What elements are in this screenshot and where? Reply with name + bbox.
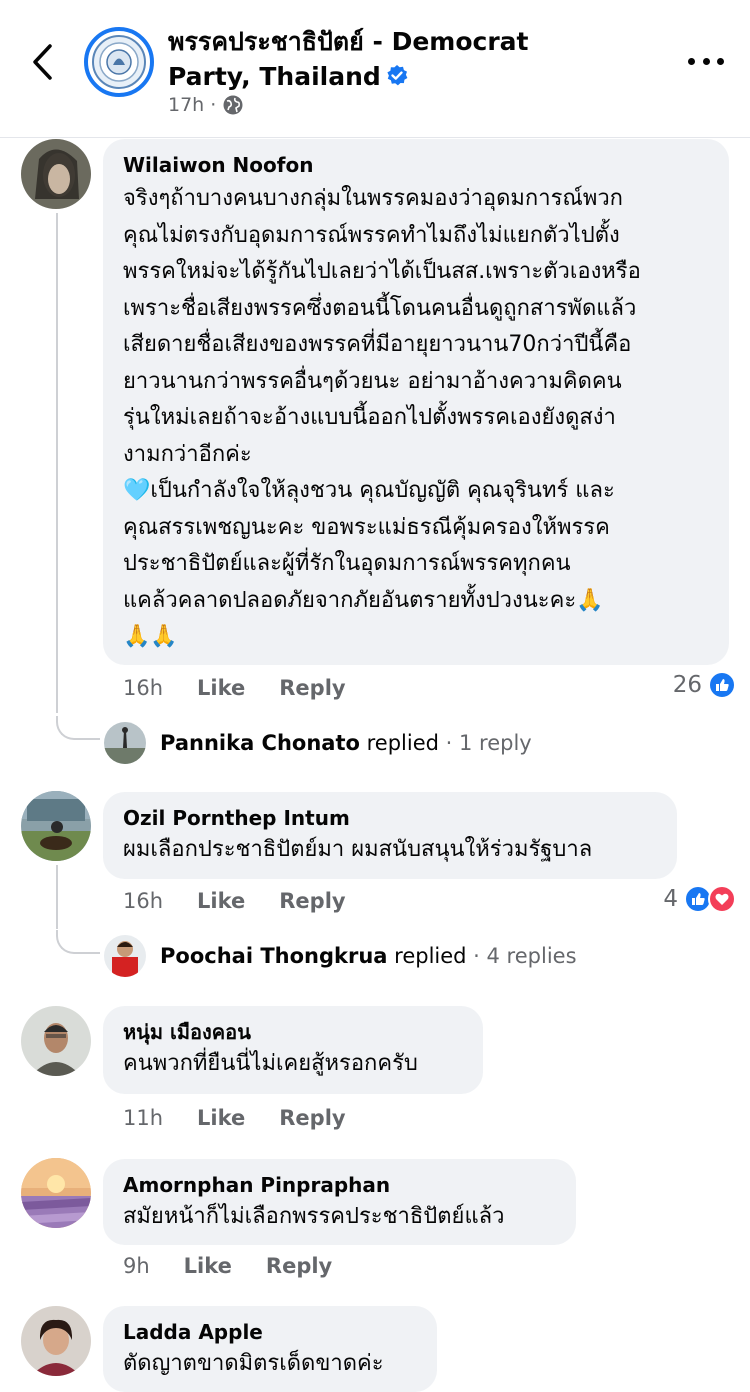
thread-connector (56, 930, 100, 954)
comment-actions: 9h Like Reply (123, 1254, 332, 1278)
dot-icon (717, 57, 724, 65)
comment-author[interactable]: Amornphan Pinpraphan (123, 1171, 556, 1199)
page-name-text: พรรคประชาธิปัตย์ - Democrat Party, Thail… (168, 27, 529, 91)
thread-line (56, 213, 58, 713)
page-title[interactable]: พรรคประชาธิปัตย์ - Democrat Party, Thail… (168, 24, 608, 94)
comment-text: สมัยหน้าก็ไม่เลือกพรรคประชาธิปัตย์แล้ว (123, 1204, 505, 1229)
user-photo-icon (21, 1306, 91, 1376)
post-meta: 17h · (168, 94, 244, 116)
comment-bubble[interactable]: หนุ่ม เมืองคอน คนพวกที่ยืนนี่ไม่เคยสู้หร… (103, 1006, 483, 1094)
reply-count: · 1 reply (445, 731, 532, 755)
love-reaction-icon (708, 885, 736, 913)
user-photo-icon (21, 1006, 91, 1076)
dot-icon (688, 57, 695, 65)
comment-time[interactable]: 16h (123, 889, 163, 913)
replied-text: replied (366, 731, 439, 755)
comment-author[interactable]: Ladda Apple (123, 1318, 417, 1346)
comment-text: ตัดญาตขาดมิตรเด็ดขาดค่ะ (123, 1351, 384, 1376)
like-button[interactable]: Like (184, 1254, 232, 1278)
chevron-left-icon (33, 44, 52, 80)
avatar (104, 935, 146, 977)
comment-bubble[interactable]: Ladda Apple ตัดญาตขาดมิตรเด็ดขาดค่ะ (103, 1306, 437, 1392)
comment-bubble[interactable]: Amornphan Pinpraphan สมัยหน้าก็ไม่เลือกพ… (103, 1159, 576, 1245)
reaction-summary[interactable]: 4 (663, 885, 736, 913)
comment-author[interactable]: Ozil Pornthep Intum (123, 804, 657, 832)
thread-line (56, 865, 58, 929)
comment-author[interactable]: Wilaiwon Noofon (123, 151, 709, 179)
user-photo-icon (21, 791, 91, 861)
comment-actions: 16h Like Reply (123, 676, 346, 700)
like-button[interactable]: Like (197, 1106, 245, 1130)
reaction-summary[interactable]: 26 (673, 671, 736, 699)
comment-time[interactable]: 16h (123, 676, 163, 700)
back-button[interactable] (22, 38, 62, 86)
comment-bubble[interactable]: Ozil Pornthep Intum ผมเลือกประชาธิปัตย์ม… (103, 792, 677, 879)
reply-button[interactable]: Reply (279, 676, 345, 700)
post-header: พรรคประชาธิปัตย์ - Democrat Party, Thail… (0, 0, 750, 138)
comment-text: คนพวกที่ยืนนี่ไม่เคยสู้หรอกครับ (123, 1051, 418, 1076)
avatar[interactable] (21, 1006, 91, 1076)
globe-icon (223, 95, 243, 115)
comment-text: ผมเลือกประชาธิปัตย์มา ผมสนับสนุนให้ร่วมร… (123, 837, 593, 862)
comment-actions: 16h Like Reply (123, 889, 346, 913)
avatar[interactable] (21, 139, 91, 209)
avatar[interactable] (21, 791, 91, 861)
comment-bubble[interactable]: Wilaiwon Noofon จริงๆถ้าบางคนบางกลุ่มในพ… (103, 139, 729, 665)
comment-author[interactable]: หนุ่ม เมืองคอน (123, 1018, 463, 1046)
reply-button[interactable]: Reply (266, 1254, 332, 1278)
dot-icon (702, 57, 710, 65)
more-options-button[interactable] (688, 46, 724, 76)
reply-author: Poochai Thongkrua (160, 944, 388, 968)
user-photo-icon (21, 1158, 91, 1228)
reply-count: · 4 replies (473, 944, 577, 968)
comment-actions: 11h Like Reply (123, 1106, 346, 1130)
reply-button[interactable]: Reply (279, 1106, 345, 1130)
reply-button[interactable]: Reply (279, 889, 345, 913)
page-avatar[interactable] (84, 27, 154, 97)
comment-time[interactable]: 9h (123, 1254, 150, 1278)
view-replies-link[interactable]: Pannika Chonato replied · 1 reply (104, 722, 532, 764)
replied-text: replied (394, 944, 467, 968)
comment-time[interactable]: 11h (123, 1106, 163, 1130)
user-photo-icon (21, 139, 91, 209)
post-time: 17h (168, 94, 205, 116)
view-replies-link[interactable]: Poochai Thongkrua replied · 4 replies (104, 935, 577, 977)
reaction-count: 4 (663, 886, 678, 912)
verified-badge-icon (387, 65, 408, 86)
avatar[interactable] (21, 1158, 91, 1228)
user-photo-icon (104, 722, 146, 764)
avatar[interactable] (21, 1306, 91, 1376)
party-logo-icon (92, 35, 146, 89)
like-button[interactable]: Like (197, 889, 245, 913)
meta-separator: · (210, 94, 217, 116)
comment-text: จริงๆถ้าบางคนบางกลุ่มในพรรคมองว่าอุดมการ… (123, 186, 641, 649)
reaction-count: 26 (672, 672, 702, 698)
user-photo-icon (104, 935, 146, 977)
thread-connector (56, 716, 100, 740)
like-reaction-icon (708, 671, 736, 699)
avatar (104, 722, 146, 764)
reply-author: Pannika Chonato (160, 731, 360, 755)
like-button[interactable]: Like (197, 676, 245, 700)
